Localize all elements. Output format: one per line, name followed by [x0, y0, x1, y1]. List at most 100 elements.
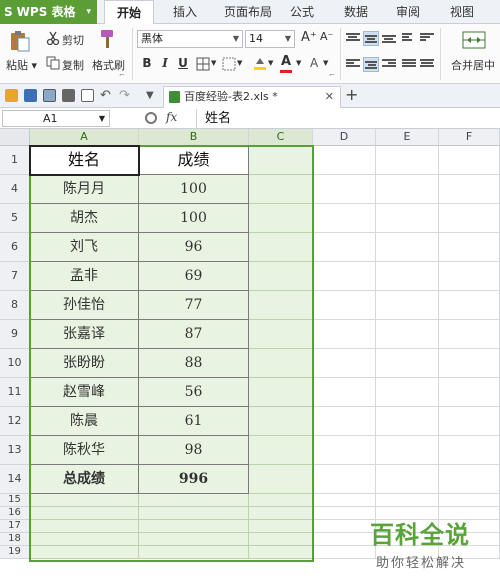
table-cell[interactable]: 陈月月 [30, 175, 139, 204]
font-size-select[interactable]: 14 ▼ [245, 30, 295, 48]
table-cell[interactable]: 总成绩 [30, 465, 139, 494]
cell[interactable] [376, 146, 439, 175]
cell[interactable] [376, 233, 439, 262]
copy-button[interactable]: 复制 [62, 57, 84, 73]
row-header-12[interactable]: 12 [0, 407, 30, 436]
cell[interactable] [313, 436, 376, 465]
undo-icon[interactable]: ↶ [100, 89, 113, 102]
row-header-6[interactable]: 6 [0, 233, 30, 262]
cell[interactable] [313, 291, 376, 320]
cell[interactable] [139, 494, 249, 507]
cell[interactable] [313, 378, 376, 407]
table-cell[interactable]: 赵雪峰 [30, 378, 139, 407]
chevron-down-icon[interactable]: ▼ [296, 59, 301, 67]
cell[interactable] [313, 320, 376, 349]
merge-center-icon[interactable] [462, 29, 486, 51]
row-header-8[interactable]: 8 [0, 291, 30, 320]
cell[interactable] [139, 546, 249, 559]
clipboard-launcher-icon[interactable]: ⌐ [119, 71, 125, 79]
select-all-corner[interactable] [0, 129, 30, 146]
paste-button[interactable]: 粘贴 ▾ [6, 57, 37, 73]
spreadsheet-grid[interactable]: A B C D E F 1 4 5 6 7 8 9 10 11 12 13 14 15 16 17 18 19 姓名 成绩 陈月月… [0, 129, 500, 579]
chevron-down-icon[interactable]: ▼ [211, 59, 216, 67]
row-header-15[interactable]: 15 [0, 494, 30, 507]
name-box[interactable]: A1 ▼ [2, 110, 110, 127]
underline-button[interactable]: U [175, 56, 191, 70]
save-icon[interactable] [24, 89, 37, 102]
table-cell[interactable]: 孙佳怡 [30, 291, 139, 320]
insert-function-button[interactable]: fx [166, 110, 177, 124]
cell[interactable] [439, 378, 500, 407]
cell[interactable] [249, 175, 313, 204]
wrap-text-icon[interactable] [420, 33, 434, 45]
table-cell[interactable]: 100 [139, 175, 249, 204]
cell[interactable] [313, 146, 376, 175]
export-icon[interactable] [43, 89, 56, 102]
cell[interactable] [313, 407, 376, 436]
cell[interactable] [376, 204, 439, 233]
chevron-down-icon[interactable]: ▼ [237, 59, 242, 67]
tab-insert[interactable]: 插入 [165, 0, 205, 24]
table-cell[interactable]: 张嘉译 [30, 320, 139, 349]
row-header-17[interactable]: 17 [0, 520, 30, 533]
table-cell[interactable]: 胡杰 [30, 204, 139, 233]
chevron-down-icon[interactable]: ▼ [268, 59, 273, 67]
italic-button[interactable]: I [157, 56, 173, 70]
close-tab-icon[interactable]: ✕ [325, 87, 334, 107]
cell[interactable] [249, 204, 313, 233]
table-cell[interactable]: 61 [139, 407, 249, 436]
table-header-cell[interactable]: 成绩 [139, 146, 249, 175]
cell[interactable] [313, 204, 376, 233]
cell[interactable] [30, 494, 139, 507]
copy-icon[interactable] [46, 56, 60, 70]
borders-icon[interactable] [196, 57, 210, 71]
tab-page-layout[interactable]: 页面布局 [218, 0, 278, 24]
table-cell[interactable]: 98 [139, 436, 249, 465]
bold-button[interactable]: B [139, 56, 155, 70]
tab-home[interactable]: 开始 [104, 0, 154, 25]
cell[interactable] [30, 533, 139, 546]
cell[interactable] [376, 175, 439, 204]
table-cell[interactable]: 87 [139, 320, 249, 349]
cell[interactable] [439, 175, 500, 204]
cell[interactable] [439, 146, 500, 175]
cell[interactable] [439, 349, 500, 378]
font-color-button[interactable]: A [281, 54, 291, 69]
column-header-e[interactable]: E [376, 129, 439, 146]
cell[interactable] [249, 533, 313, 546]
cell[interactable] [376, 494, 439, 507]
cell[interactable] [313, 349, 376, 378]
row-header-11[interactable]: 11 [0, 378, 30, 407]
cell[interactable] [249, 546, 313, 559]
align-left-icon[interactable] [346, 59, 360, 71]
cell[interactable] [30, 520, 139, 533]
row-header-9[interactable]: 9 [0, 320, 30, 349]
cell[interactable] [249, 520, 313, 533]
column-header-d[interactable]: D [313, 129, 376, 146]
print-icon[interactable] [62, 89, 75, 102]
print-preview-icon[interactable] [81, 89, 94, 102]
cell[interactable] [249, 436, 313, 465]
cell[interactable] [376, 436, 439, 465]
table-cell[interactable]: 69 [139, 262, 249, 291]
row-header-4[interactable]: 4 [0, 175, 30, 204]
cell[interactable] [313, 546, 376, 559]
row-header-19[interactable]: 19 [0, 546, 30, 559]
clear-format-icon[interactable]: A [310, 56, 318, 70]
cell[interactable] [313, 175, 376, 204]
cut-button[interactable]: 剪切 [62, 32, 84, 48]
cell[interactable] [139, 507, 249, 520]
table-cell[interactable]: 56 [139, 378, 249, 407]
distributed-icon[interactable] [420, 59, 434, 71]
table-cell[interactable]: 996 [139, 465, 249, 494]
table-cell[interactable]: 张盼盼 [30, 349, 139, 378]
cell[interactable] [376, 378, 439, 407]
align-bottom-icon[interactable] [382, 35, 396, 47]
cell[interactable] [30, 546, 139, 559]
cell[interactable] [313, 494, 376, 507]
cell[interactable] [313, 533, 376, 546]
cell[interactable] [439, 233, 500, 262]
cell[interactable] [439, 320, 500, 349]
table-cell[interactable]: 96 [139, 233, 249, 262]
cell[interactable] [439, 204, 500, 233]
